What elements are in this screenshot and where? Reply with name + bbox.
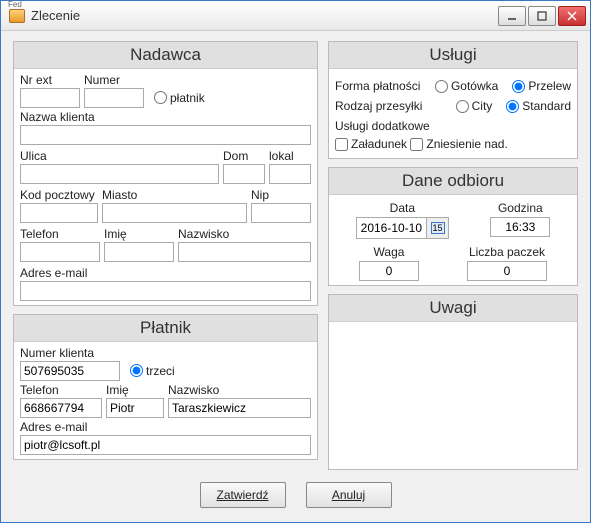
- input-paczki[interactable]: [467, 261, 547, 281]
- heading-platnik: Płatnik: [14, 315, 317, 342]
- right-column: Usługi Forma płatności Gotówka Przelew R…: [328, 41, 578, 470]
- maximize-button[interactable]: [528, 6, 556, 26]
- radio-gotowka[interactable]: [435, 80, 448, 93]
- radio-platnik[interactable]: [154, 91, 167, 104]
- label-imie-platnik: Imię: [106, 383, 164, 397]
- label-ulica: Ulica: [20, 149, 219, 163]
- input-numer-klienta[interactable]: [20, 361, 120, 381]
- label-nazwisko-platnik: Nazwisko: [168, 383, 311, 397]
- titlebar: Zlecenie: [1, 1, 590, 31]
- group-platnik: Płatnik Numer klienta trzeci: [13, 314, 318, 460]
- label-nr-ext: Nr ext: [20, 73, 80, 87]
- close-button[interactable]: [558, 6, 586, 26]
- input-nr-ext[interactable]: [20, 88, 80, 108]
- zatwierdz-button[interactable]: Zatwierdź: [200, 482, 286, 508]
- radio-trzeci[interactable]: [130, 364, 143, 377]
- window-buttons: [498, 6, 586, 26]
- label-nip: Nip: [251, 188, 311, 202]
- minimize-button[interactable]: [498, 6, 526, 26]
- app-icon: [9, 9, 25, 23]
- calendar-icon[interactable]: 15: [426, 218, 448, 238]
- left-column: Nadawca Nr ext Numer: [13, 41, 318, 470]
- heading-nadawca: Nadawca: [14, 42, 317, 69]
- label-dom: Dom: [223, 149, 265, 163]
- heading-uwagi: Uwagi: [329, 295, 577, 322]
- check-zaladunek[interactable]: [335, 138, 348, 151]
- check-zniesienie[interactable]: [410, 138, 423, 151]
- input-dom[interactable]: [223, 164, 265, 184]
- input-telefon-nadawca[interactable]: [20, 242, 100, 262]
- label-city: City: [472, 99, 493, 113]
- label-waga: Waga: [374, 245, 405, 259]
- label-gotowka: Gotówka: [451, 79, 498, 93]
- input-lokal[interactable]: [269, 164, 311, 184]
- heading-uslugi: Usługi: [329, 42, 577, 69]
- button-row: Zatwierdź Anuluj: [13, 478, 578, 514]
- input-email-platnik[interactable]: [20, 435, 311, 455]
- label-radio-trzeci: trzeci: [146, 364, 175, 378]
- input-telefon-platnik[interactable]: [20, 398, 102, 418]
- label-radio-platnik: płatnik: [170, 91, 205, 105]
- input-miasto[interactable]: [102, 203, 247, 223]
- input-imie-nadawca[interactable]: [104, 242, 174, 262]
- label-telefon-nadawca: Telefon: [20, 227, 100, 241]
- label-numer-klienta: Numer klienta: [20, 346, 120, 360]
- input-nip[interactable]: [251, 203, 311, 223]
- radio-standard[interactable]: [506, 100, 519, 113]
- label-paczki: Liczba paczek: [469, 245, 545, 259]
- label-zniesienie: Zniesienie nad.: [426, 137, 507, 151]
- input-nazwa-klienta[interactable]: [20, 125, 311, 145]
- input-email-nadawca[interactable]: [20, 281, 311, 301]
- group-uslugi: Usługi Forma płatności Gotówka Przelew R…: [328, 41, 578, 159]
- label-kod: Kod pocztowy: [20, 188, 98, 202]
- label-email-nadawca: Adres e-mail: [20, 266, 311, 280]
- group-uwagi: Uwagi: [328, 294, 578, 471]
- window-zlecenie: Zlecenie Nadawca Nr ext: [0, 0, 591, 523]
- label-zaladunek: Załadunek: [351, 137, 407, 151]
- label-godzina: Godzina: [498, 201, 543, 215]
- label-przelew: Przelew: [528, 79, 571, 93]
- input-numer[interactable]: [84, 88, 144, 108]
- anuluj-button[interactable]: Anuluj: [306, 482, 392, 508]
- group-nadawca: Nadawca Nr ext Numer: [13, 41, 318, 306]
- client-area: Nadawca Nr ext Numer: [1, 31, 590, 522]
- input-godzina[interactable]: [490, 217, 550, 237]
- label-email-platnik: Adres e-mail: [20, 420, 311, 434]
- label-rodzaj-przesylki: Rodzaj przesyłki: [335, 99, 422, 113]
- label-miasto: Miasto: [102, 188, 247, 202]
- input-nazwisko-platnik[interactable]: [168, 398, 311, 418]
- input-ulica[interactable]: [20, 164, 219, 184]
- label-uslugi-dodatkowe: Usługi dodatkowe: [335, 119, 430, 133]
- textarea-uwagi[interactable]: [331, 324, 575, 362]
- label-data: Data: [390, 201, 415, 215]
- label-forma-platnosci: Forma płatności: [335, 79, 420, 93]
- input-kod[interactable]: [20, 203, 98, 223]
- label-nazwa-klienta: Nazwa klienta: [20, 110, 311, 124]
- label-imie-nadawca: Imię: [104, 227, 174, 241]
- label-telefon-platnik: Telefon: [20, 383, 102, 397]
- group-dane-odbioru: Dane odbioru Data 2016-10-10 15: [328, 167, 578, 286]
- heading-dane-odbioru: Dane odbioru: [329, 168, 577, 195]
- label-standard: Standard: [522, 99, 571, 113]
- value-data: 2016-10-10: [357, 221, 426, 235]
- input-data[interactable]: 2016-10-10 15: [356, 217, 449, 239]
- window-title: Zlecenie: [31, 8, 498, 23]
- label-numer: Numer: [84, 73, 144, 87]
- input-imie-platnik[interactable]: [106, 398, 164, 418]
- radio-city[interactable]: [456, 100, 469, 113]
- input-nazwisko-nadawca[interactable]: [178, 242, 311, 262]
- input-waga[interactable]: [359, 261, 419, 281]
- label-lokal: lokal: [269, 149, 311, 163]
- radio-przelew[interactable]: [512, 80, 525, 93]
- columns: Nadawca Nr ext Numer: [13, 41, 578, 470]
- label-nazwisko-nadawca: Nazwisko: [178, 227, 311, 241]
